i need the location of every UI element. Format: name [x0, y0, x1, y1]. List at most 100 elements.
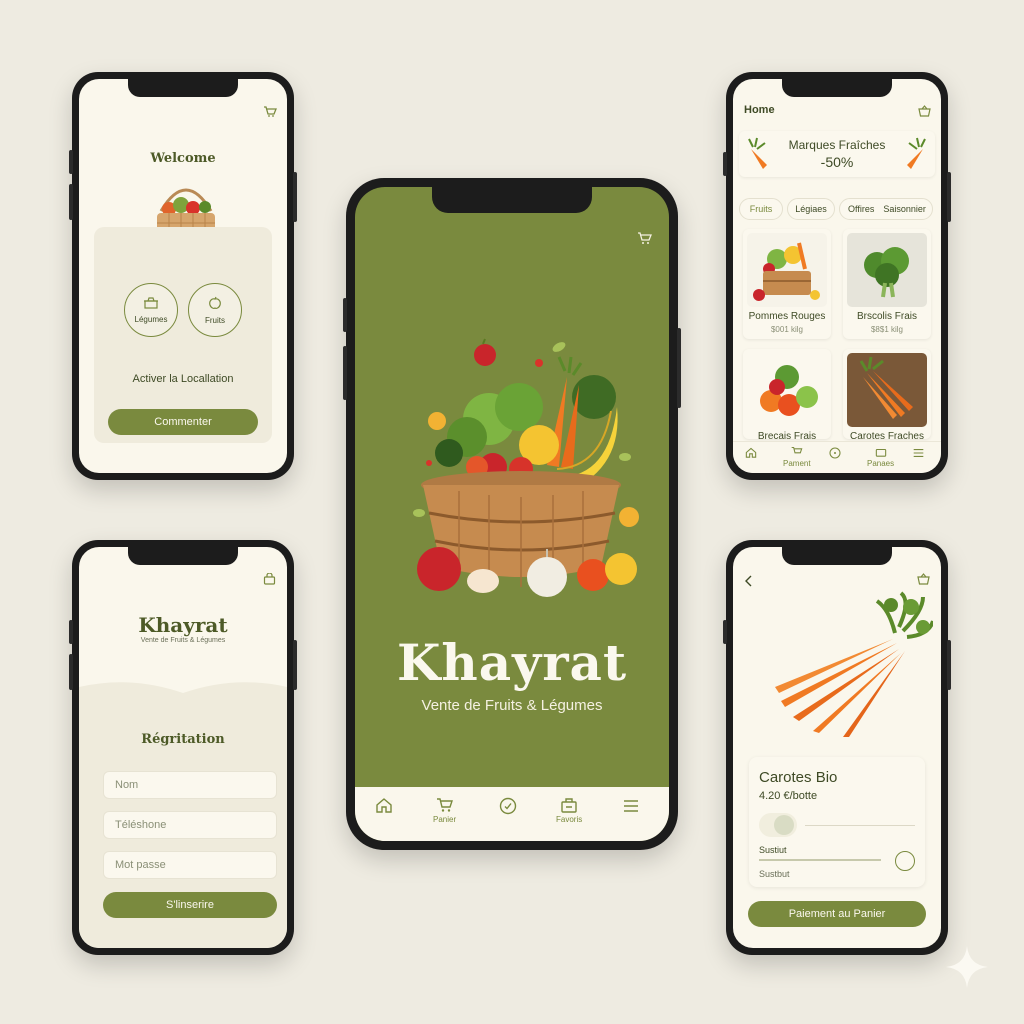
tab-cart[interactable]: Panier	[433, 797, 456, 824]
product-card[interactable]: Brscolis Frais $8$1 kilg	[843, 229, 931, 339]
welcome-title: Welcome	[150, 151, 216, 166]
option-label: Sustbut	[759, 869, 790, 879]
brand-tagline: Vente de Fruits & Légumes	[140, 637, 226, 644]
tab-home[interactable]	[375, 797, 393, 815]
favorites-icon	[560, 797, 578, 815]
home-screen: Home Marques Fraîches -50% Fruits Légiae…	[733, 79, 941, 473]
chip-offers[interactable]: Offires Saisonnier	[839, 198, 933, 220]
chip-vegetables[interactable]: Légiaes	[787, 198, 835, 220]
product-image	[847, 233, 927, 307]
product-name: Carotes Fraches	[850, 431, 924, 439]
fruit-icon	[208, 296, 222, 312]
product-price: $001 kilg	[770, 325, 804, 334]
product-image	[747, 233, 827, 307]
banner-discount: -50%	[820, 154, 854, 170]
basket-icon[interactable]	[917, 573, 930, 585]
product-card[interactable]: Pommes Rouges $001 kilg	[743, 229, 831, 339]
splash-screen: Khayrat Vente de Fruits & Légumes Panier…	[355, 187, 669, 841]
start-button[interactable]: Commenter	[108, 409, 258, 435]
notch	[432, 187, 592, 213]
phone-input[interactable]: Téléshone	[103, 811, 277, 839]
tab-cart-label: Pament	[783, 459, 811, 468]
favorites-icon	[875, 446, 887, 459]
splash-tagline: Vente de Fruits & Légumes	[421, 697, 603, 714]
cart-icon	[791, 446, 803, 459]
product-price: 4.20 €/botte	[759, 790, 818, 802]
tab-home[interactable]	[745, 447, 757, 460]
check-icon	[829, 447, 841, 461]
phone-splash: Khayrat Vente de Fruits & Légumes Panier…	[343, 178, 681, 850]
product-price: $8$1 kilg	[870, 325, 904, 334]
tab-cart-label: Panier	[433, 815, 457, 824]
bottom-tab-bar: Panier Favoris	[355, 787, 669, 841]
product-name: Carotes Bio	[759, 769, 838, 786]
product-card[interactable]: Carotes Fraches	[843, 349, 931, 439]
tab-favorites-label: Favoris	[556, 815, 583, 824]
cart-icon	[436, 797, 454, 815]
name-input[interactable]: Nom	[103, 771, 277, 799]
option-radio[interactable]	[895, 851, 915, 871]
notch	[782, 547, 892, 565]
phone-register: Khayrat Vente de Fruits & Légumes Régrit…	[69, 540, 297, 955]
splash-brand-logo: Khayrat	[396, 633, 628, 692]
option-fruits[interactable]: Fruits	[188, 283, 242, 337]
basket-icon[interactable]	[918, 105, 931, 117]
quantity-toggle[interactable]	[759, 813, 797, 837]
produce-basket-illustration	[389, 327, 639, 607]
cart-icon[interactable]	[637, 231, 653, 245]
tab-favorites[interactable]: Panaes	[867, 446, 894, 468]
register-title: Régritation	[141, 732, 225, 747]
detail-screen: Carotes Bio 4.20 €/botte Sustiut Sustbut…	[733, 547, 941, 948]
product-card[interactable]: Brecais Frais	[743, 349, 831, 439]
chip-seasonal[interactable]: Saisonnier	[883, 204, 926, 214]
home-title: Home	[744, 104, 775, 116]
option-slider[interactable]	[759, 859, 881, 861]
carrots-illustration	[773, 591, 933, 741]
brand-logo: Khayrat	[138, 613, 228, 637]
option-fruits-label: Fruits	[205, 315, 225, 325]
menu-icon	[623, 799, 639, 815]
location-label[interactable]: Activer la Locallation	[79, 373, 287, 385]
register-screen: Khayrat Vente de Fruits & Légumes Régrit…	[79, 547, 287, 948]
promo-banner[interactable]: Marques Fraîches -50%	[739, 131, 935, 177]
add-to-cart-button[interactable]: Paiement au Panier	[748, 901, 926, 927]
sparkle-icon	[944, 944, 990, 990]
notch	[128, 547, 238, 565]
tab-cart[interactable]: Pament	[783, 446, 811, 468]
tab-favorites[interactable]: Favoris	[556, 797, 582, 824]
tab-menu[interactable]	[913, 448, 924, 460]
basket-icon[interactable]	[263, 573, 276, 585]
option-label: Sustiut	[759, 845, 787, 855]
tab-check[interactable]	[829, 447, 841, 461]
product-name: Brscolis Frais	[856, 311, 917, 322]
product-name: Brecais Frais	[757, 431, 817, 439]
product-image	[847, 353, 927, 427]
welcome-screen: Welcome Légumes Fruits Activer la Locall…	[79, 79, 287, 473]
check-icon	[499, 797, 517, 817]
tab-menu[interactable]	[623, 799, 639, 815]
banner-title: Marques Fraîches	[788, 138, 886, 152]
chip-fruits[interactable]: Fruits	[739, 198, 783, 220]
notch	[782, 79, 892, 97]
bottom-tab-bar: Pament Panaes	[733, 441, 941, 473]
register-button[interactable]: S'linserire	[103, 892, 277, 918]
notch	[128, 79, 238, 97]
phone-welcome: Welcome Légumes Fruits Activer la Locall…	[69, 72, 297, 480]
back-arrow-icon[interactable]	[745, 575, 753, 587]
vegetable-box-icon	[143, 296, 159, 311]
product-info-card: Carotes Bio 4.20 €/botte Sustiut Sustbut	[749, 757, 925, 887]
tab-favorites-label: Panaes	[867, 459, 895, 468]
menu-icon	[913, 448, 924, 460]
product-name: Pommes Rouges	[748, 311, 826, 322]
tab-check[interactable]	[499, 797, 517, 817]
option-vegetables-label: Légumes	[134, 314, 168, 324]
product-image	[747, 353, 827, 427]
password-input[interactable]: Mot passe	[103, 851, 277, 879]
home-icon	[375, 797, 393, 815]
divider	[805, 825, 915, 826]
home-icon	[745, 447, 757, 460]
option-vegetables[interactable]: Légumes	[124, 283, 178, 337]
basket-icon[interactable]	[263, 105, 277, 117]
phone-home: Home Marques Fraîches -50% Fruits Légiae…	[723, 72, 951, 480]
phone-detail: Carotes Bio 4.20 €/botte Sustiut Sustbut…	[723, 540, 951, 955]
